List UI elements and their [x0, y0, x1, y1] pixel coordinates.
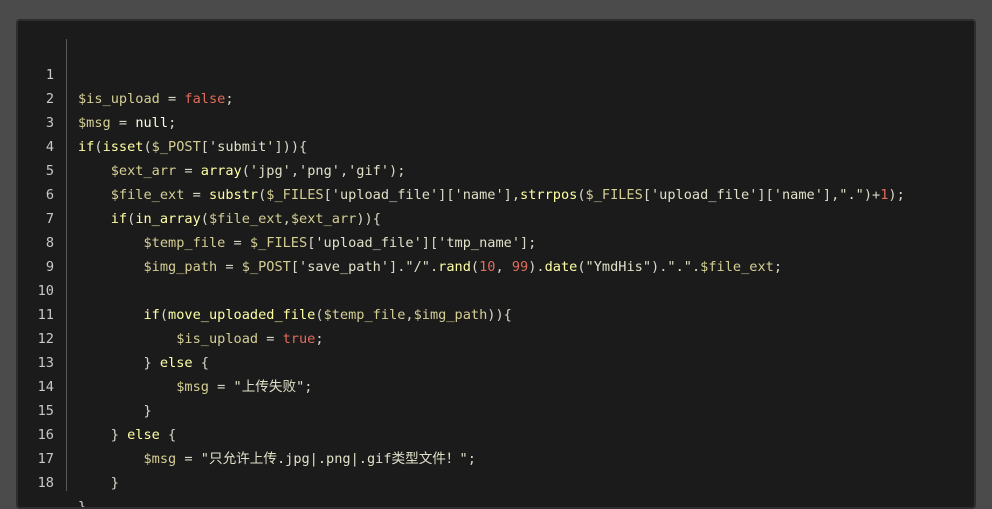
code-line: 11 $is_upload = true;	[18, 279, 974, 347]
page-frame: 1 $is_upload = false; 2 $msg = null; 3 i…	[0, 0, 992, 509]
line-number: 18	[37, 475, 54, 491]
code-line: 17 }	[18, 423, 974, 491]
code-line: 10 if(move_uploaded_file($temp_file,$img…	[18, 255, 974, 323]
code-editor[interactable]: 1 $is_upload = false; 2 $msg = null; 3 i…	[16, 19, 976, 509]
code-line: 3 if(isset($_POST['submit'])){	[18, 87, 974, 155]
code-line: 9	[18, 231, 974, 275]
code-line: 13 $msg = "上传失败";	[18, 327, 974, 395]
code-line: 14 }	[18, 351, 974, 419]
code-line: 16 $msg = "只允许上传.jpg|.png|.gif类型文件！";	[18, 399, 974, 467]
code-line: 12 } else {	[18, 303, 974, 371]
code-line: 2 $msg = null;	[18, 63, 974, 131]
line-text: }	[78, 499, 87, 509]
code-line: 18 }	[18, 447, 974, 507]
code-line: 15 } else {	[18, 375, 974, 443]
code-line: 5 $file_ext = substr($_FILES['upload_fil…	[18, 135, 974, 203]
code-line: 7 $temp_file = $_FILES['upload_file']['t…	[18, 183, 974, 251]
code-line: 8 $img_path = $_POST['save_path']."/".ra…	[18, 207, 974, 275]
code-block[interactable]: 1 $is_upload = false; 2 $msg = null; 3 i…	[18, 39, 974, 507]
code-line: 1 $is_upload = false;	[18, 39, 974, 107]
code-line: 4 $ext_arr = array('jpg','png','gif');	[18, 111, 974, 179]
code-line: 6 if(in_array($file_ext,$ext_arr)){	[18, 159, 974, 227]
line-text: }	[78, 475, 119, 491]
